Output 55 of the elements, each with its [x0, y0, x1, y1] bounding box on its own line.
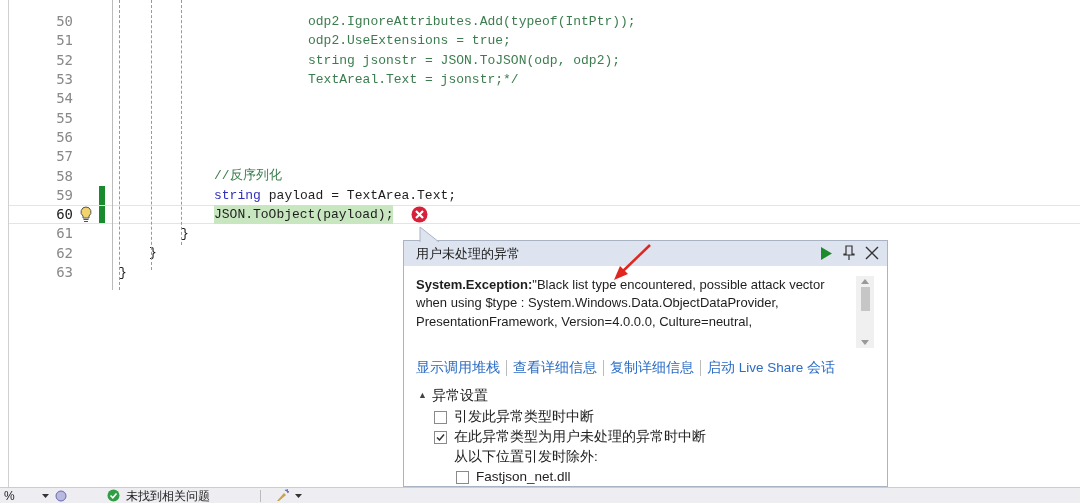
scrollbar[interactable] — [856, 275, 874, 348]
checkbox[interactable] — [434, 430, 447, 444]
line-number: 55 — [55, 108, 73, 128]
code-text: payload = TextArea.Text; — [268, 186, 457, 205]
scroll-up-icon[interactable] — [861, 278, 869, 284]
code-text: string — [214, 186, 261, 205]
checkbox-label: 在此异常类型为用户未处理的异常时中断 — [454, 427, 706, 446]
popup-link[interactable]: 复制详细信息 — [610, 357, 694, 378]
line-number: 60 — [55, 205, 73, 225]
checkbox-label: 引发此异常类型时中断 — [454, 407, 594, 426]
line-number: 58 — [55, 166, 73, 186]
pin-icon[interactable] — [843, 245, 855, 262]
dropdown-icon[interactable] — [42, 493, 49, 498]
code-text: //反序列化 — [214, 167, 282, 186]
line-number: 56 — [55, 127, 73, 147]
code-text: odp2.UseExtensions = true; — [308, 32, 511, 51]
lightbulb-icon[interactable] — [80, 206, 92, 224]
exception-message: System.Exception:"Black list type encountered, possible attack vector when using $type : System.Windows.Data.ObjectDataProvider, PresentationFramework, Version=4.0.0.0, Culture=neutral, — [416, 275, 826, 331]
line-number: 62 — [55, 243, 73, 263]
code-text: odp2.IgnoreAttributes.Add(typeof(IntPtr)); — [308, 12, 636, 31]
code-text: } — [119, 263, 127, 282]
zoom-level[interactable]: % — [0, 486, 36, 503]
checkbox[interactable] — [456, 470, 469, 484]
exclusion-label: 从以下位置引发时除外: — [454, 447, 598, 466]
checkbox[interactable] — [434, 410, 447, 424]
section-title: 异常设置 — [431, 386, 488, 405]
popup-link[interactable]: 显示调用堆栈 — [416, 357, 500, 378]
line-number: 57 — [55, 147, 73, 167]
code-text: TextAreal.Text = jsonstr;*/ — [308, 70, 519, 89]
popup-link[interactable]: 启动 Live Share 会话 — [707, 357, 836, 378]
popup-title: 用户未处理的异常 — [416, 244, 521, 263]
check-icon — [107, 489, 120, 502]
checkbox-label: Fastjson_net.dll — [476, 467, 571, 486]
scroll-down-icon[interactable] — [861, 339, 869, 345]
close-icon[interactable] — [865, 246, 879, 261]
issues-status[interactable]: 未找到相关问题 — [126, 486, 210, 503]
line-number: 53 — [55, 70, 73, 90]
scroll-thumb[interactable] — [860, 286, 870, 311]
play-icon[interactable] — [820, 245, 833, 261]
line-number: 52 — [55, 50, 73, 70]
code-text: } — [181, 225, 189, 244]
line-number: 50 — [55, 12, 73, 32]
dropdown-icon[interactable] — [295, 493, 302, 498]
line-number: 51 — [55, 31, 73, 51]
line-number: 59 — [55, 185, 73, 205]
code-text: string jsonstr = JSON.ToJSON(odp, odp2); — [308, 51, 621, 70]
annotation-arrow — [612, 244, 652, 282]
line-number: 61 — [55, 224, 73, 244]
globe-icon[interactable] — [55, 489, 67, 502]
error-icon[interactable] — [411, 206, 429, 224]
line-number: 63 — [55, 263, 73, 282]
expand-toggle[interactable]: ▲ — [418, 389, 427, 403]
popup-link[interactable]: 查看详细信息 — [513, 357, 597, 378]
code-text: JSON.ToObject(payload); — [214, 204, 394, 225]
line-number: 54 — [55, 89, 73, 109]
